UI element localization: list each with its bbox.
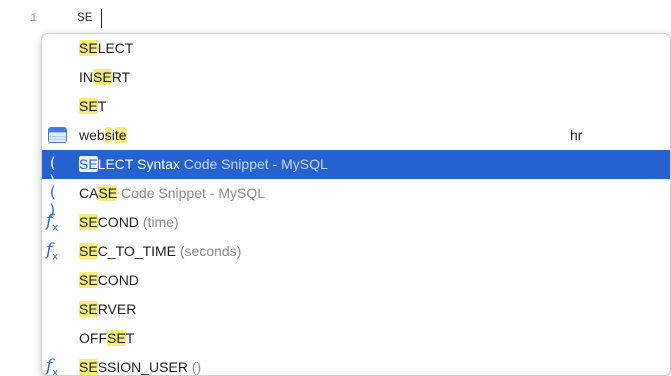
completion-item-insert[interactable]: INSERT [42,63,670,92]
completion-label: SELECT [79,40,134,56]
completion-item-website-table[interactable]: website hr [42,121,670,150]
line-number: 1 [30,11,38,25]
table-icon [48,127,67,143]
parentheses-icon: ( ) [48,183,57,219]
completion-label: SESSION_USER () [79,359,202,375]
completion-label: website [79,127,127,143]
completion-label: SEC_TO_TIME (seconds) [79,243,242,259]
completion-item-session-user-function[interactable]: fx SESSION_USER () [42,353,670,376]
completion-label: OFFSET [79,330,135,346]
completion-item-sec-to-time-function[interactable]: fx SEC_TO_TIME (seconds) [42,237,670,266]
completion-label: CASE Code Snippet - MySQL [79,185,265,201]
completion-label: INSERT [79,69,131,85]
function-icon: fx [46,240,59,263]
completion-item-set[interactable]: SET [42,92,670,121]
completion-item-select[interactable]: SELECT [42,34,670,63]
completion-item-second-function[interactable]: fx SECOND (time) [42,208,670,237]
completion-label: SERVER [79,301,137,317]
function-icon: fx [46,356,59,376]
sql-editor[interactable]: 1 SE SELECT INSERT SET website hr () SE… [0,0,671,376]
completion-item-offset[interactable]: OFFSET [42,324,670,353]
completion-label: SET [79,98,107,114]
function-icon: fx [46,211,59,234]
completion-label: SELECT Syntax Code Snippet - MySQL [79,156,328,172]
editor-line[interactable]: 1 SE [0,9,671,29]
completion-item-select-syntax-snippet[interactable]: ( ) SELECT Syntax Code Snippet - MySQL [42,150,670,190]
parentheses-icon: ( ) [48,154,57,190]
text-caret [101,9,102,28]
typed-text[interactable]: SE [77,10,93,25]
completion-label: SECOND (time) [79,214,179,230]
autocomplete-popup[interactable]: SELECT INSERT SET website hr () SELECT … [41,33,671,376]
completion-label: SECOND [79,272,139,288]
completion-item-server[interactable]: SERVER [42,295,670,324]
completion-schema: hr [570,127,583,143]
completion-item-second[interactable]: SECOND [42,266,670,295]
completion-item-case-snippet[interactable]: ( ) CASE Code Snippet - MySQL [42,179,670,219]
